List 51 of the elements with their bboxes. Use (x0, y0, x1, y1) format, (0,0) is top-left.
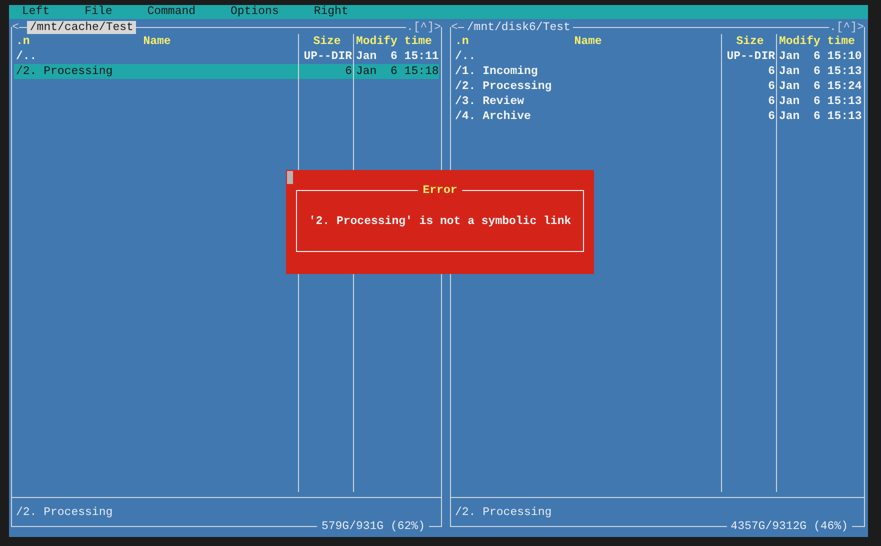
table-cell: 6 (721, 79, 776, 94)
table-cell: Jan 6 15:24 (776, 79, 862, 94)
error-message: '2. Processing' is not a symbolic link (308, 214, 572, 228)
table-cell: Jan 6 15:10 (776, 49, 862, 64)
table-cell: Jan 6 15:13 (776, 94, 862, 109)
table-cell: 6 (298, 64, 353, 79)
table-cell: 6 (721, 109, 776, 124)
column-header[interactable]: Name (574, 34, 602, 49)
table-cell: Jan 6 15:13 (776, 64, 862, 79)
nav-arrow[interactable]: < (451, 21, 458, 34)
panel-nav-controls[interactable]: .[^]> (406, 21, 441, 34)
table-cell-text: /2. Processing (454, 79, 553, 94)
free-space: 4357G/9312G (46%) (730, 520, 849, 533)
table-cell-text: /3. Review (454, 94, 526, 109)
free-space: 579G/931G (62%) (320, 520, 426, 533)
mini-status: /2. Processing (454, 505, 553, 520)
table-cell: UP--DIR (721, 49, 776, 64)
nav-arrow[interactable]: < (12, 21, 19, 34)
cursor-block (287, 171, 293, 184)
table-cell-text: /4. Archive (454, 109, 532, 124)
file-row[interactable]: /3. Review 6 Jan 6 15:13 (453, 94, 862, 109)
file-row[interactable]: /4. Archive 6 Jan 6 15:13 (453, 109, 862, 124)
file-row[interactable]: /1. Incoming 6 Jan 6 15:13 (453, 64, 862, 79)
table-cell-text: /2. Processing (15, 64, 114, 79)
dialog-title: Error (422, 184, 458, 197)
panel-path: /mnt/cache/Test (26, 21, 136, 34)
table-cell: Jan 6 15:18 (353, 64, 439, 79)
menu-item[interactable]: Left (22, 5, 50, 19)
column-header[interactable]: Size (313, 34, 341, 49)
table-cell-text: /1. Incoming (454, 64, 539, 79)
file-row[interactable]: /2. Processing 6 Jan 6 15:24 (453, 79, 862, 94)
column-header[interactable]: Name (143, 34, 171, 49)
menu-item[interactable]: File (84, 5, 112, 19)
column-header[interactable]: .n (16, 34, 30, 49)
panel-nav-controls[interactable]: .[^]> (829, 21, 864, 34)
menu-item[interactable]: Options (230, 5, 279, 19)
column-header[interactable]: Modify time (356, 34, 432, 49)
menu-item[interactable]: Command (147, 5, 196, 19)
table-cell: Jan 6 15:13 (776, 109, 862, 124)
panel-path: /mnt/disk6/Test (466, 21, 572, 34)
column-header[interactable]: .n (455, 34, 469, 49)
table-cell: 6 (721, 64, 776, 79)
menu-item[interactable]: Right (314, 5, 348, 19)
table-cell-text: /.. (454, 49, 477, 64)
column-header[interactable]: Size (736, 34, 764, 49)
mini-status: /2. Processing (15, 505, 114, 520)
table-cell: 6 (721, 94, 776, 109)
file-row[interactable]: /2. Processing 6 Jan 6 15:18 (14, 64, 439, 79)
column-header[interactable]: Modify time (779, 34, 855, 49)
table-cell-text: /.. (15, 49, 38, 64)
file-row[interactable]: /.. UP--DIR Jan 6 15:10 (453, 49, 862, 64)
